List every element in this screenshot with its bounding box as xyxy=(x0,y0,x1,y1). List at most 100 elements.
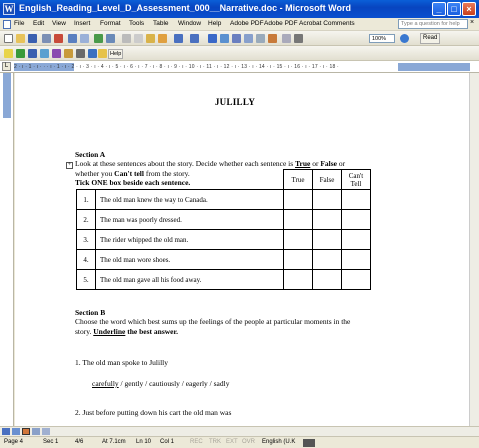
window-title: English_Reading_Level_D_Assessment_000__… xyxy=(19,3,351,13)
section-b-instructions: Choose the word which best sums up the f… xyxy=(75,317,351,336)
image-icon[interactable] xyxy=(88,49,97,58)
tables-borders-icon[interactable] xyxy=(220,34,229,43)
maximize-button[interactable]: □ xyxy=(447,2,461,16)
tick-box-true[interactable] xyxy=(283,229,313,250)
style-icon[interactable] xyxy=(28,49,37,58)
tick-box-cant-tell[interactable] xyxy=(341,229,371,250)
redo-icon[interactable] xyxy=(190,34,199,43)
research-icon[interactable] xyxy=(106,34,115,43)
cut-icon[interactable] xyxy=(122,34,131,43)
hyperlink-icon[interactable] xyxy=(208,34,217,43)
open-folder-icon[interactable] xyxy=(16,34,25,43)
menu-help[interactable]: Help xyxy=(208,20,221,27)
pdf-toolbar: Help xyxy=(0,46,479,61)
permission-icon[interactable] xyxy=(42,34,51,43)
ruler-scale: 2 · ı · 1 · ı · · · ı · 1 · ı · 2 · ı · … xyxy=(14,64,339,70)
pdfmaker-icon[interactable] xyxy=(16,49,25,58)
tick-box-false[interactable] xyxy=(312,189,342,210)
help-icon[interactable] xyxy=(400,34,409,43)
word-app-icon[interactable]: W xyxy=(3,3,15,15)
spelling-status-icon[interactable] xyxy=(303,439,315,447)
menu-adobe-pdf[interactable]: Adobe PDF xyxy=(230,20,264,27)
outline-view-icon[interactable] xyxy=(32,428,40,435)
horizontal-ruler[interactable]: L 2 · ı · 1 · ı · · · ı · 1 · ı · 2 · ı … xyxy=(0,61,479,73)
close-document-icon[interactable]: × xyxy=(470,19,474,26)
columns-icon[interactable] xyxy=(256,34,265,43)
tick-box-false[interactable] xyxy=(312,209,342,230)
tab-selector-icon[interactable]: L xyxy=(2,62,11,71)
row-statement: The old man knew the way to Canada. xyxy=(95,189,284,210)
menu-insert[interactable]: Insert xyxy=(74,20,90,27)
undo-icon[interactable] xyxy=(174,34,183,43)
tick-box-true[interactable] xyxy=(283,249,313,270)
table-move-handle-icon[interactable]: + xyxy=(66,162,73,169)
header-cant-tell: Can't Tell xyxy=(341,169,371,190)
vertical-ruler[interactable] xyxy=(0,73,14,426)
true-false-table: True False Can't Tell 1. The old man kne… xyxy=(76,169,371,290)
menu-view[interactable]: View xyxy=(52,20,66,27)
read-button[interactable]: Read xyxy=(420,33,441,44)
menu-tools[interactable]: Tools xyxy=(129,20,144,27)
menu-table[interactable]: Table xyxy=(153,20,169,27)
tick-box-true[interactable] xyxy=(283,269,313,290)
row-number: 4. xyxy=(76,249,96,270)
grid-icon[interactable] xyxy=(52,49,61,58)
section-a-heading: Section A xyxy=(75,150,106,159)
tick-box-true[interactable] xyxy=(283,189,313,210)
row-statement: The rider whipped the old man. xyxy=(95,229,284,250)
marker-icon[interactable] xyxy=(64,49,73,58)
menu-file[interactable]: File xyxy=(14,20,24,27)
new-document-icon[interactable] xyxy=(4,34,13,43)
title-bar: W English_Reading_Level_D_Assessment_000… xyxy=(0,0,479,18)
help-search-input[interactable]: Type a question for help xyxy=(398,19,468,29)
normal-view-icon[interactable] xyxy=(2,428,10,435)
web-layout-view-icon[interactable] xyxy=(12,428,20,435)
status-ovr[interactable]: OVR xyxy=(242,439,255,445)
menu-adobe-pdf-2[interactable]: Adobe PDF xyxy=(264,20,298,27)
tick-box-cant-tell[interactable] xyxy=(341,269,371,290)
horizontal-scrollbar[interactable] xyxy=(0,426,479,436)
reading-view-icon[interactable] xyxy=(42,428,50,435)
drawing-icon[interactable] xyxy=(268,34,277,43)
favorites-icon[interactable] xyxy=(4,49,13,58)
frames-icon[interactable] xyxy=(40,49,49,58)
vertical-scrollbar[interactable] xyxy=(469,73,479,426)
tick-box-cant-tell[interactable] xyxy=(341,189,371,210)
menu-window[interactable]: Window xyxy=(178,20,201,27)
save-icon[interactable] xyxy=(28,34,37,43)
insert-table-icon[interactable] xyxy=(232,34,241,43)
tick-box-cant-tell[interactable] xyxy=(341,209,371,230)
note-icon[interactable] xyxy=(98,49,107,58)
insert-excel-icon[interactable] xyxy=(244,34,253,43)
format-painter-icon[interactable] xyxy=(158,34,167,43)
tick-box-false[interactable] xyxy=(312,249,342,270)
tick-box-false[interactable] xyxy=(312,269,342,290)
print-preview-icon[interactable] xyxy=(80,34,89,43)
help-button[interactable]: Help xyxy=(108,49,124,59)
status-rec[interactable]: REC xyxy=(190,439,203,445)
pdf-icon[interactable] xyxy=(54,34,63,43)
menu-format[interactable]: Format xyxy=(100,20,121,27)
document-icon[interactable] xyxy=(3,20,11,29)
zoom-select[interactable]: 100% xyxy=(369,34,395,43)
table-header-row: True False Can't Tell xyxy=(77,169,371,190)
document-map-icon[interactable] xyxy=(282,34,291,43)
minimize-button[interactable]: _ xyxy=(432,2,446,16)
status-ext[interactable]: EXT xyxy=(226,439,238,445)
status-trk[interactable]: TRK xyxy=(209,439,221,445)
tick-box-false[interactable] xyxy=(312,229,342,250)
document-page[interactable]: JULILLY Section A Look at these sentence… xyxy=(15,73,469,426)
tick-box-cant-tell[interactable] xyxy=(341,249,371,270)
close-button[interactable]: × xyxy=(462,2,476,16)
menu-acrobat-comments[interactable]: Acrobat Comments xyxy=(299,20,355,27)
copy-icon[interactable] xyxy=(134,34,143,43)
tick-box-true[interactable] xyxy=(283,209,313,230)
menu-edit[interactable]: Edit xyxy=(33,20,44,27)
show-hide-icon[interactable] xyxy=(294,34,303,43)
spelling-icon[interactable] xyxy=(94,34,103,43)
table-icon[interactable] xyxy=(76,49,85,58)
print-icon[interactable] xyxy=(68,34,77,43)
print-layout-view-icon[interactable] xyxy=(22,428,30,435)
paste-icon[interactable] xyxy=(146,34,155,43)
top-margin-shade xyxy=(3,73,11,118)
